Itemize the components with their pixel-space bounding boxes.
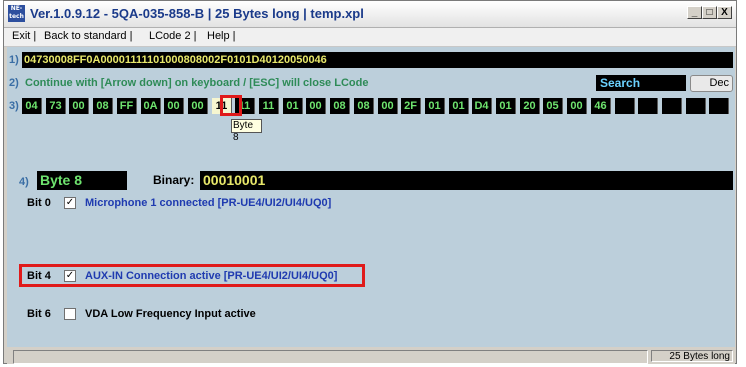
byte-cell[interactable] <box>709 98 729 114</box>
byte-cell[interactable] <box>662 98 682 114</box>
byte-cell[interactable]: 00 <box>69 98 89 114</box>
main-window: NE- tech Ver.1.0.9.12 - 5QA-035-858-B | … <box>3 0 737 364</box>
byte-cell[interactable]: 01 <box>496 98 516 114</box>
byte-cell[interactable]: 2F <box>401 98 421 114</box>
byte-cell[interactable]: 08 <box>354 98 374 114</box>
title-bar[interactable]: NE- tech Ver.1.0.9.12 - 5QA-035-858-B | … <box>4 1 736 28</box>
bit-4-highlight <box>19 264 365 287</box>
status-bar: 25 Bytes long <box>7 348 735 364</box>
byte-cell[interactable]: 11 <box>259 98 279 114</box>
byte-cell[interactable]: 04 <box>22 98 42 114</box>
byte-cell[interactable]: 0A <box>141 98 161 114</box>
row-2-number: 2) <box>9 77 19 89</box>
menu-lcode-2[interactable]: LCode 2 | <box>149 30 197 42</box>
menu-back-to-standard[interactable]: Back to standard | <box>44 30 132 42</box>
status-bytes-long: 25 Bytes long <box>651 350 733 362</box>
binary-label: Binary: <box>153 173 195 187</box>
byte-cell[interactable]: 00 <box>306 98 326 114</box>
byte-cell[interactable]: 01 <box>283 98 303 114</box>
maximize-button[interactable]: □ <box>702 6 717 19</box>
byte-cell[interactable]: 73 <box>46 98 66 114</box>
window-title: Ver.1.0.9.12 - 5QA-035-858-B | 25 Bytes … <box>30 6 364 21</box>
menu-help[interactable]: Help | <box>207 30 236 42</box>
app-icon: NE- tech <box>8 5 25 22</box>
menu-exit[interactable]: Exit | <box>12 30 36 42</box>
keyboard-hint: Continue with [Arrow down] on keyboard /… <box>25 77 369 89</box>
lcode-panel: 1) 04730008FF0A00001111101000808002F0101… <box>7 47 735 347</box>
bit-6-checkbox[interactable] <box>64 308 76 320</box>
binary-value-field[interactable]: 00010001 <box>200 171 733 190</box>
menu-bar: Exit | Back to standard | LCode 2 | Help… <box>4 28 736 47</box>
bit-6-description: VDA Low Frequency Input active <box>85 308 256 320</box>
row-4-number: 4) <box>19 176 29 188</box>
byte-cell[interactable]: 08 <box>330 98 350 114</box>
byte-cell[interactable]: 08 <box>93 98 113 114</box>
byte-cell[interactable]: 00 <box>567 98 587 114</box>
byte-tooltip: Byte 8 <box>231 119 262 143</box>
byte-label-box: Byte 8 <box>37 171 127 190</box>
byte-cell[interactable]: 00 <box>188 98 208 114</box>
row-3-number: 3) <box>9 100 19 112</box>
byte-cell[interactable]: 20 <box>520 98 540 114</box>
bit-number: Bit 6 <box>27 308 51 320</box>
app-icon-text-2: tech <box>9 13 24 20</box>
byte-cell[interactable]: 01 <box>425 98 445 114</box>
byte-cell[interactable] <box>638 98 658 114</box>
dec-button[interactable]: Dec <box>690 75 733 92</box>
status-panel-left <box>13 350 648 364</box>
byte-cell[interactable]: 01 <box>449 98 469 114</box>
row-1-number: 1) <box>9 54 19 66</box>
byte-cell[interactable]: 46 <box>591 98 611 114</box>
close-button[interactable]: X <box>717 6 732 19</box>
bit-0-checkbox[interactable]: ✓ <box>64 197 76 209</box>
minimize-button[interactable]: _ <box>687 6 702 19</box>
byte-cell[interactable] <box>686 98 706 114</box>
background-strip <box>737 46 746 364</box>
byte-cell[interactable]: FF <box>117 98 137 114</box>
byte-cell[interactable] <box>615 98 635 114</box>
search-field[interactable]: Search <box>596 75 686 91</box>
byte-cell[interactable]: 05 <box>543 98 563 114</box>
app-icon-text-1: NE- <box>10 5 23 12</box>
selected-byte-highlight <box>220 95 242 116</box>
coding-hex-field[interactable]: 04730008FF0A00001111101000808002F0101D40… <box>22 52 733 68</box>
bit-0-description: Microphone 1 connected [PR-UE4/UI2/UI4/U… <box>85 197 332 209</box>
byte-cell[interactable]: D4 <box>472 98 492 114</box>
byte-cell[interactable]: 00 <box>378 98 398 114</box>
byte-cell[interactable]: 00 <box>164 98 184 114</box>
bit-number: Bit 0 <box>27 197 51 209</box>
